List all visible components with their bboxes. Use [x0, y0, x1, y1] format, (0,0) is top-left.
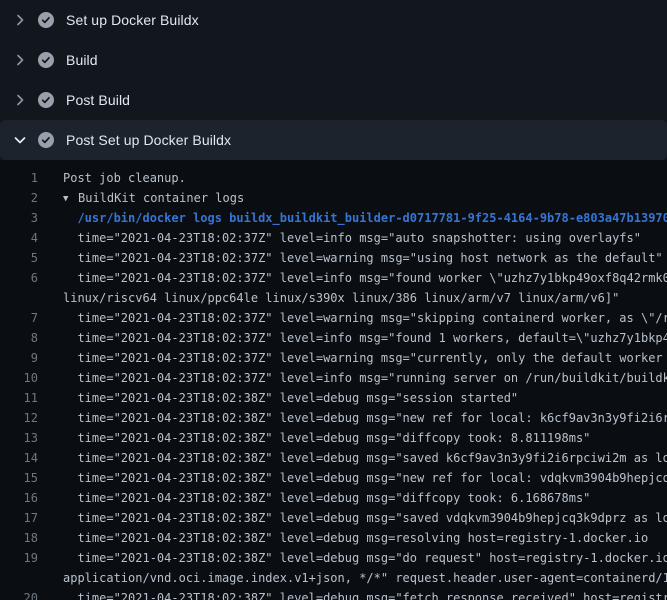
- log-line-number[interactable]: 1: [0, 168, 38, 188]
- check-circle-icon: [38, 52, 54, 68]
- log-line: 2 ▼BuildKit container logs: [0, 188, 667, 208]
- log-text: time="2021-04-23T18:02:37Z" level=info m…: [63, 328, 667, 348]
- step-header-post-build[interactable]: Post Build: [0, 80, 667, 120]
- log-line: 1 Post job cleanup.: [0, 168, 667, 188]
- log-line-number[interactable]: 16: [0, 488, 38, 508]
- log-text: time="2021-04-23T18:02:38Z" level=debug …: [63, 468, 667, 488]
- log-line-number[interactable]: 17: [0, 508, 38, 528]
- log-line: 19 time="2021-04-23T18:02:38Z" level=deb…: [0, 548, 667, 568]
- log-line-number[interactable]: 12: [0, 408, 38, 428]
- log-text: time="2021-04-23T18:02:37Z" level=info m…: [63, 368, 667, 388]
- log-text: time="2021-04-23T18:02:38Z" level=debug …: [63, 528, 648, 548]
- log-line-continuation: linux/riscv64 linux/ppc64le linux/s390x …: [0, 288, 667, 308]
- log-text: time="2021-04-23T18:02:37Z" level=warnin…: [63, 348, 667, 368]
- log-line: 9 time="2021-04-23T18:02:37Z" level=warn…: [0, 348, 667, 368]
- log-line-number[interactable]: 9: [0, 348, 38, 368]
- check-circle-icon: [38, 132, 54, 148]
- log-line: 12 time="2021-04-23T18:02:38Z" level=deb…: [0, 408, 667, 428]
- log-line-number[interactable]: 10: [0, 368, 38, 388]
- log-line: 14 time="2021-04-23T18:02:38Z" level=deb…: [0, 448, 667, 468]
- log-line: 8 time="2021-04-23T18:02:37Z" level=info…: [0, 328, 667, 348]
- log-line: 15 time="2021-04-23T18:02:38Z" level=deb…: [0, 468, 667, 488]
- check-circle-icon: [38, 92, 54, 108]
- group-expand-triangle-icon[interactable]: ▼: [63, 189, 78, 209]
- log-text: time="2021-04-23T18:02:38Z" level=debug …: [63, 428, 590, 448]
- check-circle-icon: [38, 12, 54, 28]
- log-line-number[interactable]: 20: [0, 588, 38, 600]
- log-line-number[interactable]: 14: [0, 448, 38, 468]
- step-title: Post Set up Docker Buildx: [66, 132, 231, 148]
- step-title: Set up Docker Buildx: [66, 12, 199, 28]
- step-title: Build: [66, 52, 98, 68]
- log-line-number[interactable]: 6: [0, 268, 38, 288]
- group-title[interactable]: BuildKit container logs: [78, 191, 244, 205]
- log-text: time="2021-04-23T18:02:38Z" level=debug …: [63, 548, 667, 568]
- chevron-right-icon: [12, 12, 28, 28]
- log-line: 20 time="2021-04-23T18:02:38Z" level=deb…: [0, 588, 667, 600]
- log-line-number: [0, 568, 38, 588]
- log-line-number[interactable]: 11: [0, 388, 38, 408]
- log-command-text: /usr/bin/docker logs buildx_buildkit_bui…: [63, 208, 667, 228]
- step-list: Set up Docker Buildx Build Post Build: [0, 0, 667, 160]
- log-line: 17 time="2021-04-23T18:02:38Z" level=deb…: [0, 508, 667, 528]
- log-text: time="2021-04-23T18:02:38Z" level=debug …: [63, 408, 667, 428]
- log-line-number[interactable]: 8: [0, 328, 38, 348]
- log-text: time="2021-04-23T18:02:38Z" level=debug …: [63, 488, 590, 508]
- log-line: 7 time="2021-04-23T18:02:37Z" level=warn…: [0, 308, 667, 328]
- log-line: 3 /usr/bin/docker logs buildx_buildkit_b…: [0, 208, 667, 228]
- log-text: linux/riscv64 linux/ppc64le linux/s390x …: [63, 288, 619, 308]
- step-header-build[interactable]: Build: [0, 40, 667, 80]
- log-line-number[interactable]: 18: [0, 528, 38, 548]
- log-line: 18 time="2021-04-23T18:02:38Z" level=deb…: [0, 528, 667, 548]
- log-text: time="2021-04-23T18:02:37Z" level=info m…: [63, 228, 641, 248]
- log-text: ▼BuildKit container logs: [63, 188, 244, 208]
- log-text: time="2021-04-23T18:02:38Z" level=debug …: [63, 388, 518, 408]
- log-line-continuation: application/vnd.oci.image.index.v1+json,…: [0, 568, 667, 588]
- log-line-number[interactable]: 4: [0, 228, 38, 248]
- step-header-set-up-docker-buildx[interactable]: Set up Docker Buildx: [0, 0, 667, 40]
- log-line: 13 time="2021-04-23T18:02:38Z" level=deb…: [0, 428, 667, 448]
- chevron-right-icon: [12, 52, 28, 68]
- log-text: time="2021-04-23T18:02:38Z" level=debug …: [63, 508, 667, 528]
- chevron-down-icon: [12, 132, 28, 148]
- log-text: time="2021-04-23T18:02:37Z" level=info m…: [63, 268, 667, 288]
- step-header-post-set-up-docker-buildx[interactable]: Post Set up Docker Buildx: [0, 120, 667, 160]
- log-line: 6 time="2021-04-23T18:02:37Z" level=info…: [0, 268, 667, 288]
- log-text: time="2021-04-23T18:02:37Z" level=warnin…: [63, 308, 667, 328]
- log-output: 1 Post job cleanup. 2 ▼BuildKit container l…: [0, 160, 667, 600]
- log-line-number[interactable]: 7: [0, 308, 38, 328]
- log-line-number[interactable]: 13: [0, 428, 38, 448]
- log-line-number[interactable]: 2: [0, 188, 38, 208]
- log-text: application/vnd.oci.image.index.v1+json,…: [63, 568, 667, 588]
- chevron-right-icon: [12, 92, 28, 108]
- log-text: Post job cleanup.: [63, 168, 186, 188]
- log-text: time="2021-04-23T18:02:37Z" level=warnin…: [63, 248, 663, 268]
- log-text: time="2021-04-23T18:02:38Z" level=debug …: [63, 588, 667, 600]
- step-title: Post Build: [66, 92, 130, 108]
- log-line-number[interactable]: 15: [0, 468, 38, 488]
- log-line-number[interactable]: 5: [0, 248, 38, 268]
- actions-log-viewer: Set up Docker Buildx Build Post Build: [0, 0, 667, 600]
- log-line: 11 time="2021-04-23T18:02:38Z" level=deb…: [0, 388, 667, 408]
- log-line-number: [0, 288, 38, 308]
- log-line-number[interactable]: 19: [0, 548, 38, 568]
- log-line: 5 time="2021-04-23T18:02:37Z" level=warn…: [0, 248, 667, 268]
- log-line: 4 time="2021-04-23T18:02:37Z" level=info…: [0, 228, 667, 248]
- log-line: 16 time="2021-04-23T18:02:38Z" level=deb…: [0, 488, 667, 508]
- log-line-number[interactable]: 3: [0, 208, 38, 228]
- log-text: time="2021-04-23T18:02:38Z" level=debug …: [63, 448, 667, 468]
- log-line: 10 time="2021-04-23T18:02:37Z" level=inf…: [0, 368, 667, 388]
